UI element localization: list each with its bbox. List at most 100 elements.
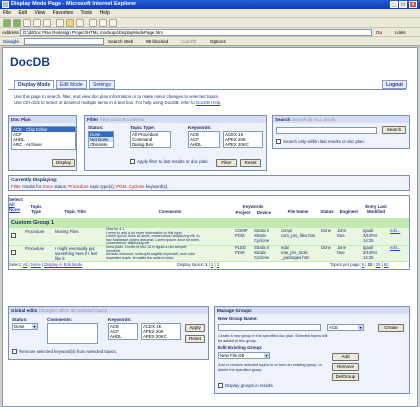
menu-view[interactable]: View — [34, 10, 45, 16]
edit-page-icon[interactable] — [109, 19, 117, 27]
global-keywords-list-2[interactable]: ACEX 1K APEX 20K APEX 20KC — [141, 323, 181, 340]
keyword-option[interactable]: AHDL — [109, 334, 137, 339]
instructions-line-2: Use Ctrl-click to select or deselect mul… — [14, 100, 314, 106]
footer-select-all-link[interactable]: All — [23, 262, 28, 267]
global-status-select[interactable]: Done — [12, 323, 38, 330]
row-select-checkbox[interactable] — [11, 250, 16, 255]
status-list[interactable]: Done Not Done Obsolete — [88, 131, 114, 148]
maximize-button[interactable]: □ — [399, 1, 407, 8]
search-icon[interactable] — [56, 19, 64, 27]
menu-file[interactable]: File — [3, 10, 11, 16]
status-label: Status: — [88, 125, 104, 130]
keyword-option[interactable]: AHDL — [189, 142, 219, 147]
row-file-name[interactable]: eda/ eda_pro_tools _packages.htm — [281, 245, 309, 260]
favorites-icon[interactable] — [66, 19, 74, 27]
google-blocked-count[interactable]: 98 blocked — [146, 37, 168, 47]
row-select-checkbox[interactable] — [11, 233, 16, 238]
status-header[interactable]: Status — [318, 209, 336, 214]
logout-button[interactable]: Logout — [382, 80, 407, 89]
display-button[interactable]: Display — [52, 159, 75, 167]
close-button[interactable]: × — [409, 1, 417, 8]
create-group-button[interactable]: Create — [378, 324, 404, 332]
docdb-help-link[interactable]: DocDB Help — [196, 100, 220, 105]
topic-type-header[interactable]: Topic Type — [26, 204, 46, 214]
google-search-web-button[interactable]: Search Web — [108, 37, 133, 47]
keyword-option[interactable]: APEX 20KC — [224, 142, 262, 147]
page-3[interactable]: 3 — [217, 262, 219, 267]
menu-favorites[interactable]: Favorites — [53, 10, 74, 16]
entry-last-modified-header[interactable]: Entry Last Modified — [362, 204, 390, 214]
display-groups-checkbox[interactable] — [218, 383, 223, 388]
engineer-header[interactable]: Engineer — [336, 209, 362, 214]
history-icon[interactable] — [76, 19, 84, 27]
filter-reset-button[interactable]: Reset — [240, 159, 261, 167]
doc-plan-list[interactable]: ACE - Chip Editor ACF AHDL ARC - Archive… — [11, 126, 76, 150]
per-page-25[interactable]: 25 — [376, 262, 381, 267]
footer-select-none-link[interactable]: None — [31, 262, 41, 267]
google-options-button[interactable]: Options — [210, 37, 226, 47]
menu-help[interactable]: Help — [100, 10, 110, 16]
status-option[interactable]: Obsolete — [89, 142, 113, 147]
global-comments-textarea[interactable] — [47, 323, 98, 344]
filter-button[interactable]: Filter — [216, 159, 237, 167]
google-autofill-button[interactable]: AutoFill — [181, 37, 196, 47]
add-to-group-button[interactable]: Add — [332, 353, 359, 361]
file-name-header[interactable]: File Name — [283, 209, 313, 214]
global-keywords-list-1[interactable]: ACE ACF AHDL — [108, 323, 138, 340]
keywords-list-2[interactable]: ACEX 1K APEX 20K APEX 20KC — [223, 131, 263, 148]
keywords-header[interactable]: Keywords — [233, 204, 273, 209]
tab-display-mode[interactable]: Display Mode — [14, 80, 55, 89]
tab-settings[interactable]: Settings — [89, 80, 116, 89]
select-none-link[interactable]: None — [9, 207, 20, 212]
apply-filter-checkbox[interactable] — [130, 159, 135, 164]
forward-icon[interactable] — [13, 19, 21, 27]
address-input[interactable]: D:\jb\Doc Plan Redesign Project\HTML moc… — [20, 29, 372, 36]
per-page-50[interactable]: 50 — [384, 262, 389, 267]
menu-edit[interactable]: Edit — [18, 10, 27, 16]
status-text: status; — [52, 184, 69, 189]
doc-plan-option[interactable]: ARC - Archiver — [12, 142, 75, 147]
topic-type-list[interactable]: All Procedure Command Dialog Box — [130, 131, 171, 148]
stop-icon[interactable] — [23, 19, 31, 27]
mail-icon[interactable] — [89, 19, 97, 27]
search-input[interactable] — [276, 127, 377, 134]
page-2[interactable]: 2 — [211, 262, 213, 267]
per-page-10[interactable]: 10 — [368, 262, 373, 267]
new-group-docplan-select[interactable]: ACE — [327, 324, 364, 331]
keyword-option[interactable]: APEX 20KC — [142, 334, 180, 339]
instructions-text: Use Ctrl-click to select or deselect mul… — [14, 99, 197, 105]
remove-from-group-button[interactable]: Remove — [332, 363, 359, 371]
back-icon[interactable] — [3, 19, 11, 27]
global-apply-button[interactable]: Apply — [185, 324, 205, 332]
menu-tools[interactable]: Tools — [80, 10, 92, 16]
refresh-icon[interactable] — [33, 19, 41, 27]
row-edit-link[interactable]: edit... — [390, 245, 400, 251]
project-header[interactable]: Project — [233, 210, 253, 215]
search-within-checkbox[interactable] — [276, 139, 281, 144]
existing-group-select[interactable]: New File DB — [218, 352, 270, 359]
delete-group-button[interactable]: DelGroup — [332, 373, 359, 381]
row-file-name[interactable]: comp/ com_pro_files.htm — [281, 228, 315, 239]
google-toolbar: Google Search Web 98 blocked AutoFill Op… — [0, 36, 420, 46]
topics-per-page-label: Topics per page: — [330, 262, 361, 267]
new-group-input[interactable] — [218, 324, 321, 331]
topic-title-header[interactable]: Topic Title — [50, 209, 100, 214]
home-icon[interactable] — [43, 19, 51, 27]
device-header[interactable]: Device — [254, 210, 274, 215]
tab-edit-mode[interactable]: Edit Mode — [56, 80, 87, 89]
comments-header[interactable]: Comments — [130, 209, 210, 214]
search-button[interactable]: Search — [382, 126, 406, 134]
minimize-button[interactable]: _ — [390, 1, 398, 8]
keywords-list-1[interactable]: ACE ACF AHDL — [188, 131, 220, 148]
topic-type-option[interactable]: Dialog Box — [131, 142, 170, 147]
apply-filter-label: Apply filter to last results or doc plan… — [137, 159, 209, 164]
page-1[interactable]: 1 — [205, 262, 207, 267]
remove-keywords-checkbox[interactable] — [12, 349, 17, 354]
google-search-input[interactable] — [24, 38, 104, 45]
row-edit-link[interactable]: edit... — [390, 228, 400, 234]
per-page-5[interactable]: 5 — [362, 262, 364, 267]
topic-type-text: topic type(s); — [88, 184, 117, 189]
print-icon[interactable] — [99, 19, 107, 27]
global-reset-button[interactable]: Reset — [185, 335, 205, 343]
display-in-edit-mode-link[interactable]: Display in Edit Mode — [44, 262, 82, 267]
